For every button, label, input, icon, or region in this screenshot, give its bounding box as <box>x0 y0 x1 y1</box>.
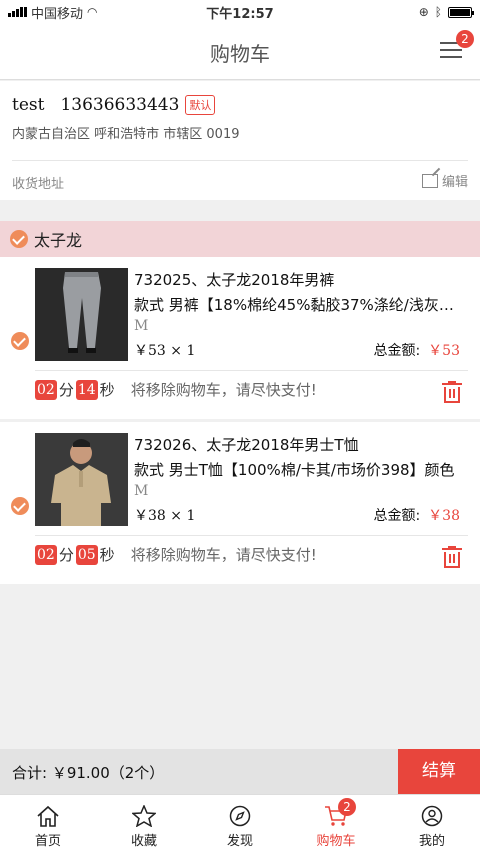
minute-unit: 分 <box>58 381 74 399</box>
battery-icon <box>448 6 474 18</box>
product-name: 732026、太子龙2018年男士T恤 <box>134 436 359 454</box>
item-checkbox[interactable] <box>11 497 29 515</box>
product-spec: 款式 男士T恤【100%棉/卡其/市场价398】颜色 <box>134 461 455 479</box>
second-unit: 秒 <box>99 381 115 399</box>
delete-button[interactable] <box>442 381 462 403</box>
page-title: 购物车 <box>210 42 270 66</box>
item-total: 总金额: ￥38 <box>373 505 460 525</box>
product-name: 732025、太子龙2018年男裤 <box>134 271 335 289</box>
total-label: 总金额: <box>373 343 421 359</box>
status-time: 下午12:57 <box>206 6 274 22</box>
countdown-minutes: 02 <box>35 379 57 400</box>
tab-favorites[interactable]: 收藏 <box>96 795 192 854</box>
divider <box>35 535 468 536</box>
countdown-seconds: 05 <box>75 544 98 565</box>
divider <box>12 160 468 161</box>
menu-badge: 2 <box>456 30 474 48</box>
checkout-button[interactable]: 结算 <box>398 749 480 794</box>
total-value: ￥53 <box>428 343 460 359</box>
tab-label: 首页 <box>34 834 61 849</box>
product-image[interactable] <box>35 268 128 361</box>
product-image[interactable] <box>35 433 128 526</box>
second-unit: 秒 <box>99 546 115 564</box>
user-icon <box>421 805 443 827</box>
edit-address-button[interactable]: 编辑 <box>421 171 468 190</box>
countdown-message: 将移除购物车，请尽快支付! <box>130 546 317 564</box>
product-size: M <box>134 483 149 499</box>
minute-unit: 分 <box>58 546 74 564</box>
cart-item: 732026、太子龙2018年男士T恤 款式 男士T恤【100%棉/卡其/市场价… <box>0 422 480 584</box>
tab-label: 收藏 <box>130 834 157 849</box>
cart-badge: 2 <box>338 798 356 816</box>
product-spec: 款式 男裤【18%棉纶45%黏胶37%涤纶/浅灰色/市场价398】 <box>134 296 466 314</box>
product-size: M <box>134 318 149 334</box>
shop-checkbox[interactable] <box>10 230 28 248</box>
product-price: ￥53 × 1 <box>134 343 196 359</box>
tab-label: 我的 <box>418 834 445 849</box>
item-checkbox[interactable] <box>11 332 29 350</box>
countdown-message: 将移除购物车，请尽快支付! <box>130 381 317 399</box>
item-total: 总金额: ￥53 <box>373 340 460 360</box>
default-badge: 默认 <box>185 95 216 115</box>
shop-header[interactable]: 太子龙 <box>0 221 480 257</box>
tab-home[interactable]: 首页 <box>0 795 96 854</box>
navbar: 购物车 2 <box>0 24 480 80</box>
tab-cart[interactable]: 购物车 2 <box>288 795 384 854</box>
home-icon <box>37 805 59 827</box>
cart-summary: 合计: ￥91.00（2个） <box>12 764 165 782</box>
total-label: 总金额: <box>373 508 421 524</box>
tab-label: 购物车 <box>316 834 356 849</box>
tab-discover[interactable]: 发现 <box>192 795 288 854</box>
address-detail: 内蒙古自治区 呼和浩特市 市辖区 0019 <box>12 127 240 142</box>
menu-button[interactable]: 2 <box>440 30 474 62</box>
lock-rotation-icon: ⊕ <box>418 5 429 19</box>
recipient-name: test <box>12 95 45 115</box>
tab-bar: 首页 收藏 发现 购物车 2 我的 <box>0 794 480 854</box>
status-bar: 中国移动 ◠ 下午12:57 ⊕ ᛒ <box>0 0 480 24</box>
compass-icon <box>229 805 251 827</box>
tab-profile[interactable]: 我的 <box>384 795 480 854</box>
star-icon <box>132 805 156 827</box>
countdown-minutes: 02 <box>35 544 57 565</box>
checkout-bar: 合计: ￥91.00（2个） 结算 <box>0 749 480 794</box>
countdown: 02 分 05 秒 将移除购物车，请尽快支付! <box>35 544 317 565</box>
divider <box>35 370 468 371</box>
total-value: ￥38 <box>428 508 460 524</box>
edit-label: 编辑 <box>441 175 468 190</box>
countdown: 02 分 14 秒 将移除购物车，请尽快支付! <box>35 379 317 400</box>
cart-item: 732025、太子龙2018年男裤 款式 男裤【18%棉纶45%黏胶37%涤纶/… <box>0 257 480 419</box>
product-price: ￥38 × 1 <box>134 508 196 524</box>
address-label: 收货地址 <box>12 177 65 192</box>
shop-name: 太子龙 <box>34 231 83 250</box>
bluetooth-icon: ᛒ <box>434 5 442 19</box>
countdown-seconds: 14 <box>75 379 98 400</box>
delete-button[interactable] <box>442 546 462 568</box>
tab-label: 发现 <box>226 834 253 849</box>
address-card[interactable]: test 13636633443 默认 内蒙古自治区 呼和浩特市 市辖区 001… <box>0 81 480 200</box>
recipient-phone: 13636633443 <box>60 95 180 115</box>
edit-icon <box>421 173 438 188</box>
